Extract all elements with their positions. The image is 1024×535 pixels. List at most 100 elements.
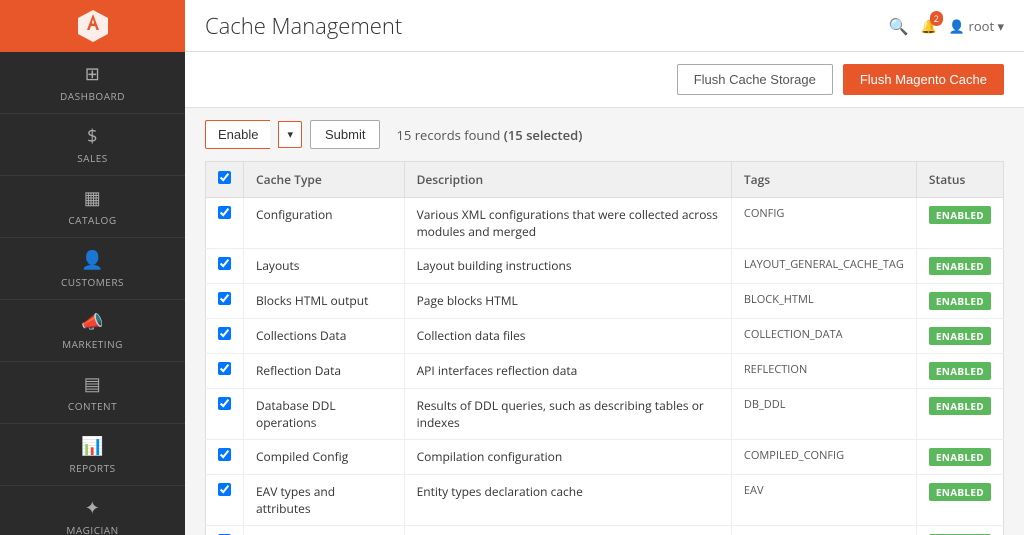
status-badge: ENABLED (929, 206, 991, 224)
sidebar-item-catalog[interactable]: ▦Catalog (0, 176, 185, 238)
cache-table-wrapper: Cache Type Description Tags Status Confi… (185, 161, 1024, 535)
description-cell: API interfaces reflection data (404, 354, 731, 389)
sidebar-item-dashboard[interactable]: ⊞Dashboard (0, 52, 185, 114)
header-actions: 🔍 🔔2 👤 root ▾ (889, 15, 1004, 37)
sidebar-item-customers[interactable]: 👤 Customers (0, 238, 185, 300)
page-header: Cache Management 🔍 🔔2 👤 root ▾ (185, 0, 1024, 52)
row-checkbox-cell[interactable] (206, 249, 244, 284)
status-cell: ENABLED (916, 389, 1003, 440)
row-checkbox[interactable] (218, 327, 231, 340)
sidebar: ⊞Dashboard $ Sales ▦Catalog 👤 Customers 📣 Marke… (0, 0, 185, 535)
tags-cell: LAYOUT_GENERAL_CACHE_TAG (731, 249, 916, 284)
cache-table: Cache Type Description Tags Status Confi… (205, 161, 1004, 535)
status-badge: ENABLED (929, 483, 991, 501)
cache-type-cell: EAV types and attributes (244, 475, 405, 526)
sidebar-item-content[interactable]: ▤ Content (0, 362, 185, 424)
status-cell: ENABLED (916, 354, 1003, 389)
page-actions-bar: Flush Cache Storage Flush Magento Cache (185, 52, 1024, 108)
row-checkbox[interactable] (218, 292, 231, 305)
tags-cell: BLOCK_HTML (731, 284, 916, 319)
status-cell: ENABLED (916, 475, 1003, 526)
status-badge: ENABLED (929, 257, 991, 275)
description-cell: Layout building instructions (404, 249, 731, 284)
sidebar-item-label: Reports (69, 461, 115, 475)
user-menu[interactable]: 👤 root ▾ (949, 17, 1004, 35)
row-checkbox-cell[interactable] (206, 354, 244, 389)
sidebar-item-magician[interactable]: ✦Magician (0, 486, 185, 535)
notification-bell[interactable]: 🔔2 (921, 17, 937, 35)
table-row: Compiled Config Compilation configuratio… (206, 440, 1004, 475)
status-badge: ENABLED (929, 397, 991, 415)
enable-button[interactable]: Enable (205, 120, 270, 149)
status-cell: ENABLED (916, 249, 1003, 284)
flush-magento-cache-button[interactable]: Flush Magento Cache (843, 64, 1004, 95)
description-cell: Page blocks HTML (404, 284, 731, 319)
table-row: Database DDL operations Results of DDL q… (206, 389, 1004, 440)
search-icon[interactable]: 🔍 (889, 15, 909, 37)
row-checkbox-cell[interactable] (206, 284, 244, 319)
col-status: Status (916, 162, 1003, 198)
sidebar-item-label: Content (68, 399, 117, 413)
table-row: Customer Notification Customer Notificat… (206, 526, 1004, 535)
row-checkbox[interactable] (218, 362, 231, 375)
submit-button[interactable]: Submit (310, 120, 380, 149)
sidebar-item-label: Catalog (68, 213, 116, 227)
reports-icon: 📊 (81, 434, 104, 458)
cache-type-cell: Database DDL operations (244, 389, 405, 440)
sidebar-item-label: Marketing (62, 337, 123, 351)
status-cell: ENABLED (916, 526, 1003, 535)
table-header-row: Cache Type Description Tags Status (206, 162, 1004, 198)
description-cell: Various XML configurations that were col… (404, 198, 731, 249)
table-row: Reflection Data API interfaces reflectio… (206, 354, 1004, 389)
marketing-icon: 📣 (81, 310, 104, 334)
sidebar-item-sales[interactable]: $ Sales (0, 114, 185, 176)
row-checkbox-cell[interactable] (206, 475, 244, 526)
cache-type-cell: Customer Notification (244, 526, 405, 535)
sales-icon: $ (87, 124, 98, 148)
sidebar-item-reports[interactable]: 📊 Reports (0, 424, 185, 486)
table-toolbar: Enable ▾ Submit 15 records found (15 sel… (185, 108, 1024, 161)
description-cell: Entity types declaration cache (404, 475, 731, 526)
status-badge: ENABLED (929, 292, 991, 310)
status-badge: ENABLED (929, 327, 991, 345)
table-row: Layouts Layout building instructions LAY… (206, 249, 1004, 284)
logo[interactable] (0, 0, 185, 52)
cache-type-cell: Layouts (244, 249, 405, 284)
description-cell: Results of DDL queries, such as describi… (404, 389, 731, 440)
content-icon: ▤ (84, 372, 102, 396)
sidebar-item-label: Magician (66, 523, 118, 535)
col-tags: Tags (731, 162, 916, 198)
tags-cell: COLLECTION_DATA (731, 319, 916, 354)
customers-icon: 👤 (81, 248, 104, 272)
tags-cell: COMPILED_CONFIG (731, 440, 916, 475)
row-checkbox-cell[interactable] (206, 389, 244, 440)
row-checkbox-cell[interactable] (206, 319, 244, 354)
row-checkbox-cell[interactable] (206, 526, 244, 535)
sidebar-item-marketing[interactable]: 📣 Marketing (0, 300, 185, 362)
select-all-header[interactable] (206, 162, 244, 198)
cache-type-cell: Configuration (244, 198, 405, 249)
row-checkbox[interactable] (218, 483, 231, 496)
select-all-checkbox[interactable] (218, 171, 231, 184)
row-checkbox[interactable] (218, 448, 231, 461)
row-checkbox[interactable] (218, 206, 231, 219)
row-checkbox[interactable] (218, 257, 231, 270)
table-row: Configuration Various XML configurations… (206, 198, 1004, 249)
sidebar-item-label: Customers (61, 275, 124, 289)
description-cell: Customer Notification (404, 526, 731, 535)
row-checkbox[interactable] (218, 397, 231, 410)
records-info: 15 records found (15 selected) (396, 126, 582, 144)
tags-cell: EAV (731, 475, 916, 526)
tags-cell: CONFIG (731, 198, 916, 249)
tags-cell: DB_DDL (731, 389, 916, 440)
status-cell: ENABLED (916, 198, 1003, 249)
status-badge: ENABLED (929, 362, 991, 380)
row-checkbox-cell[interactable] (206, 440, 244, 475)
notification-count: 2 (930, 11, 943, 26)
sidebar-item-label: Sales (77, 151, 108, 165)
enable-dropdown-button[interactable]: ▾ (278, 121, 302, 148)
table-row: EAV types and attributes Entity types de… (206, 475, 1004, 526)
col-cache-type: Cache Type (244, 162, 405, 198)
flush-cache-storage-button[interactable]: Flush Cache Storage (677, 64, 833, 95)
row-checkbox-cell[interactable] (206, 198, 244, 249)
